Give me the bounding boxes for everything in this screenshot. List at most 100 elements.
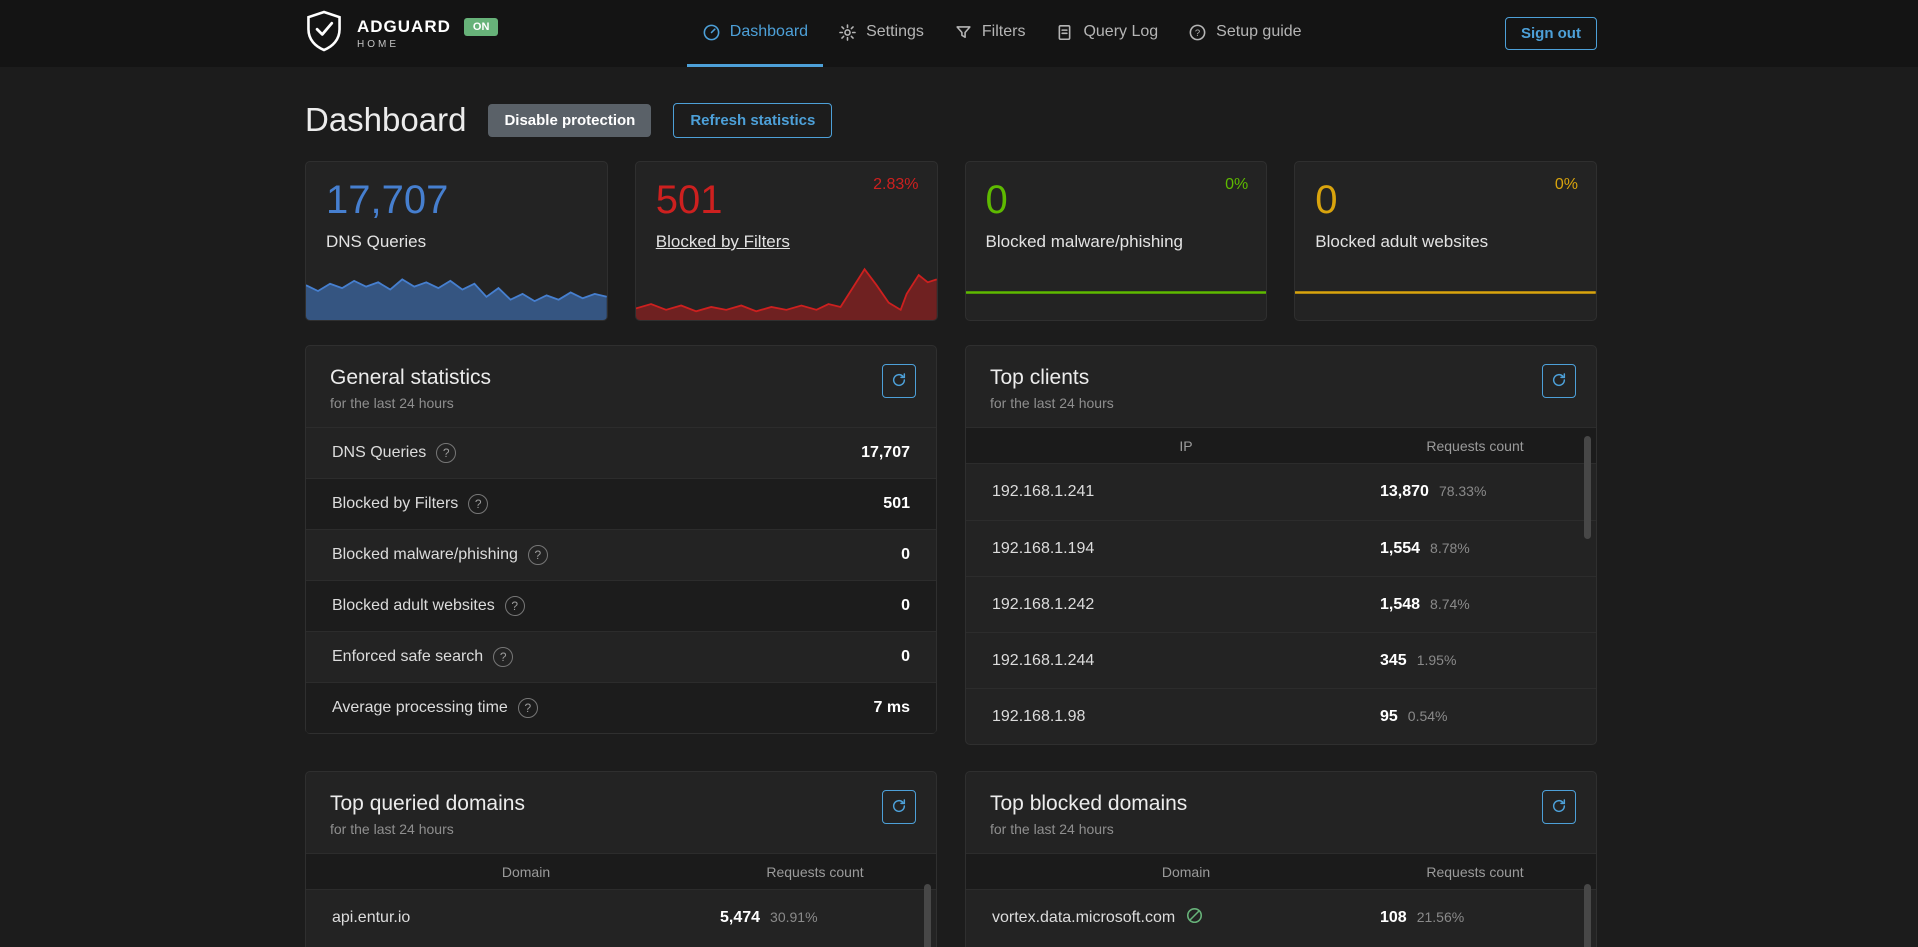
column-header-domain: Domain [992,864,1380,880]
refresh-icon [1551,798,1567,817]
requests-count: 345 [1380,652,1407,670]
page-title: Dashboard [305,101,466,139]
queried-domain: api.entur.io [332,909,720,927]
adguard-home-logo[interactable]: ADGUARD ON HOME [305,10,498,57]
blocked-adult-sparkline [1295,262,1596,320]
card-subtitle: for the last 24 hours [330,395,912,411]
stat-row-label: Blocked adult websites [332,597,495,615]
table-row: vortex.data.microsoft.com 108 21.56% [966,890,1596,946]
requests-count: 1,548 [1380,596,1420,614]
table-header: IP Requests count [966,427,1596,464]
nav-item-filters[interactable]: Filters [939,0,1041,67]
gear-icon [838,23,857,42]
dashboard-icon [702,23,721,42]
stat-cards-row: 17,707 DNS Queries 501 Blocked by Filter… [305,161,1597,321]
table-row: 192.168.1.241 13,870 78.33% [966,464,1596,520]
document-icon [1055,23,1074,42]
blocked-by-filters-link[interactable]: Blocked by Filters [656,232,790,252]
help-tooltip-icon[interactable]: ? [468,494,488,514]
help-circle-icon: ? [1188,23,1207,42]
nav-label: Filters [982,23,1026,41]
requests-percent: 8.74% [1430,596,1470,612]
disable-protection-button[interactable]: Disable protection [488,104,651,137]
table-row: 192.168.1.242 1,548 8.74% [966,576,1596,632]
stat-row-value: 17,707 [861,444,910,462]
table-row: 192.168.1.194 1,554 8.78% [966,520,1596,576]
requests-count: 108 [1380,909,1407,927]
funnel-icon [954,23,973,42]
nav-item-query-log[interactable]: Query Log [1040,0,1173,67]
refresh-top-blocked-domains-button[interactable] [1542,790,1576,824]
blocked-domain: vortex.data.microsoft.com [992,909,1175,927]
card-title: Top clients [990,366,1572,390]
shield-check-icon [305,10,343,57]
stat-row-value: 501 [883,495,910,513]
scrollbar-thumb[interactable] [1584,884,1591,947]
card-title: Top blocked domains [990,792,1572,816]
column-header-ip: IP [992,438,1380,454]
stat-row-value: 0 [901,597,910,615]
main-nav: Dashboard Settings Filters [687,0,1317,67]
stat-label: Blocked malware/phishing [986,232,1184,252]
top-blocked-domains-card: Top blocked domains for the last 24 hour… [965,771,1597,947]
nav-label: Dashboard [730,23,808,41]
column-header-domain: Domain [332,864,720,880]
refresh-top-queried-domains-button[interactable] [882,790,916,824]
stat-row-label: Enforced safe search [332,648,483,666]
card-title: General statistics [330,366,912,390]
general-statistics-card: General statistics for the last 24 hours… [305,345,937,734]
column-header-requests-count: Requests count [1380,864,1570,880]
scrollbar-thumb[interactable] [924,884,931,947]
nav-item-settings[interactable]: Settings [823,0,939,67]
card-title: Top queried domains [330,792,912,816]
scrollbar-thumb[interactable] [1584,436,1591,539]
dns-queries-sparkline [306,262,607,320]
sign-out-button[interactable]: Sign out [1505,17,1597,50]
client-ip: 192.168.1.98 [992,708,1380,726]
nav-item-setup-guide[interactable]: ? Setup guide [1173,0,1316,67]
help-tooltip-icon[interactable]: ? [528,545,548,565]
stat-row-value: 7 ms [874,699,910,717]
requests-percent: 21.56% [1417,909,1464,925]
brand-subtitle: HOME [357,39,498,50]
top-navbar: ADGUARD ON HOME Dashboard [0,0,1918,67]
stat-row: Average processing time ? 7 ms [306,682,936,733]
stat-card-blocked-by-filters: 501 Blocked by Filters 2.83% [635,161,938,321]
client-ip: 192.168.1.244 [992,652,1380,670]
help-tooltip-icon[interactable]: ? [518,698,538,718]
client-ip: 192.168.1.242 [992,596,1380,614]
protection-status-badge: ON [464,18,499,36]
stat-card-blocked-adult: 0 Blocked adult websites 0% [1294,161,1597,321]
help-tooltip-icon[interactable]: ? [436,443,456,463]
blocked-status-icon [1185,906,1204,930]
table-header: Domain Requests count [966,853,1596,890]
blocked-malware-sparkline [966,262,1267,320]
stat-value: 0 [986,178,1247,222]
help-tooltip-icon[interactable]: ? [505,596,525,616]
requests-count: 1,554 [1380,540,1420,558]
requests-count: 13,870 [1380,483,1429,501]
stat-percent: 0% [1555,176,1578,194]
stat-row: DNS Queries ? 17,707 [306,427,936,478]
requests-count: 95 [1380,708,1398,726]
stat-row-value: 0 [901,546,910,564]
client-ip: 192.168.1.194 [992,540,1380,558]
refresh-statistics-button[interactable]: Refresh statistics [673,103,832,138]
requests-percent: 78.33% [1439,483,1486,499]
stat-label: Blocked adult websites [1315,232,1488,252]
help-tooltip-icon[interactable]: ? [493,647,513,667]
refresh-general-statistics-button[interactable] [882,364,916,398]
stat-row: Blocked adult websites ? 0 [306,580,936,631]
refresh-top-clients-button[interactable] [1542,364,1576,398]
client-ip: 192.168.1.241 [992,483,1380,501]
refresh-icon [1551,372,1567,391]
nav-label: Query Log [1083,23,1158,41]
table-row: 192.168.1.98 95 0.54% [966,688,1596,744]
nav-item-dashboard[interactable]: Dashboard [687,0,823,67]
requests-percent: 8.78% [1430,540,1470,556]
refresh-icon [891,798,907,817]
stat-row-value: 0 [901,648,910,666]
stat-row: Enforced safe search ? 0 [306,631,936,682]
stat-label: DNS Queries [326,232,426,252]
refresh-icon [891,372,907,391]
